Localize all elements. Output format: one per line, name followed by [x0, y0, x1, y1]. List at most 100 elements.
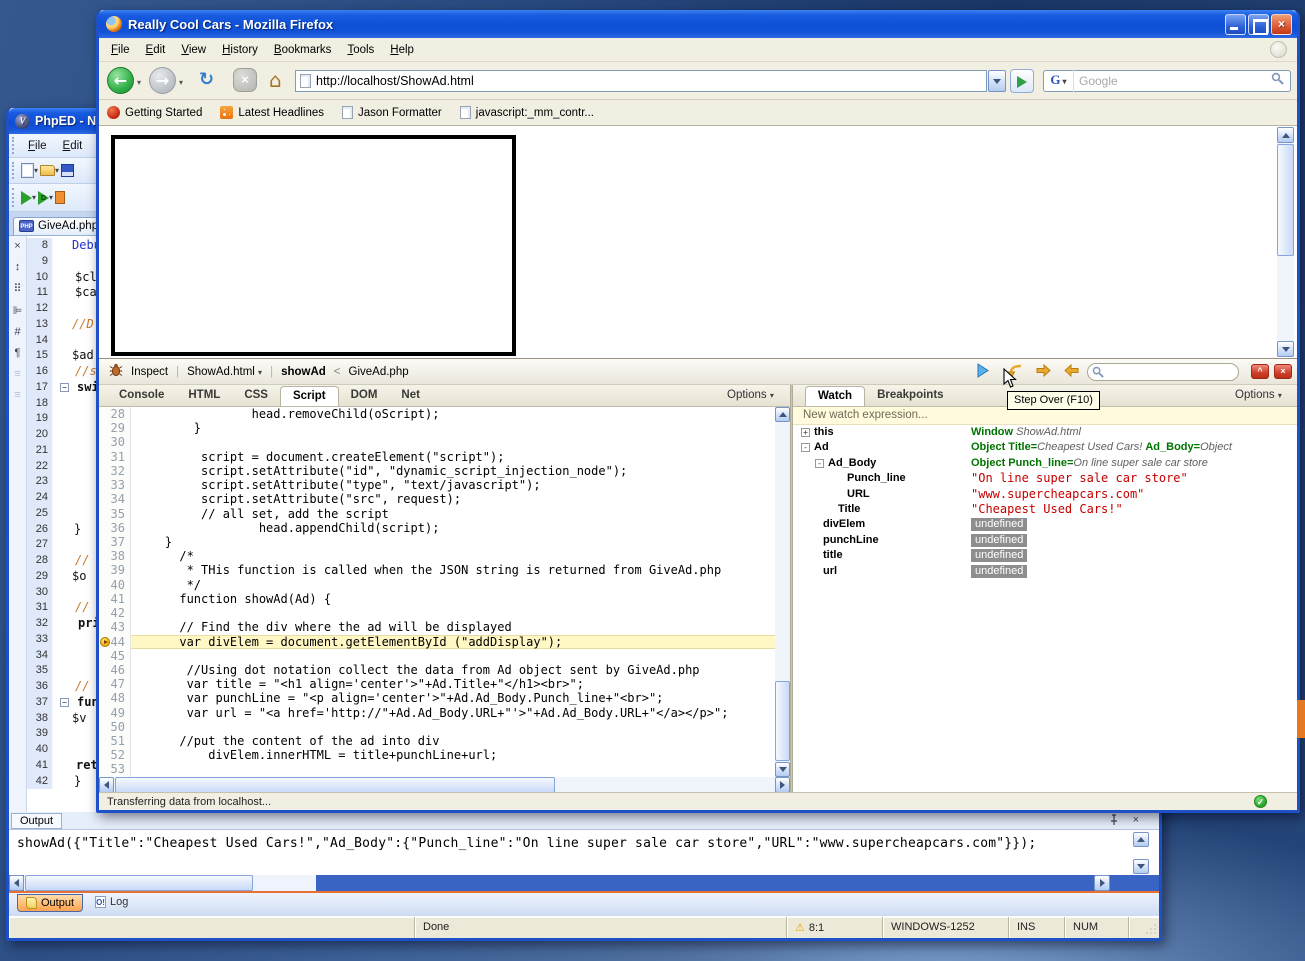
step-into-button[interactable] — [1031, 363, 1055, 381]
watch-row[interactable]: -AdObject Title=Cheapest Used Cars! Ad_B… — [793, 440, 1297, 455]
line-number[interactable]: 38 — [99, 549, 131, 563]
pilcrow-icon[interactable]: ¶ — [15, 347, 21, 359]
tab-output[interactable]: Output — [17, 894, 83, 912]
run-button[interactable]: ▾ — [21, 191, 36, 205]
firebug-bug-icon[interactable] — [109, 363, 123, 380]
line-number[interactable]: 52 — [99, 748, 131, 762]
close-icon[interactable]: × — [1133, 814, 1139, 826]
line-number[interactable]: 39 — [99, 563, 131, 577]
bookmark-item[interactable]: Latest Headlines — [220, 106, 324, 119]
line-number[interactable]: 46 — [99, 663, 131, 677]
collapse-icon[interactable]: − — [60, 698, 69, 707]
line-number[interactable]: 33 — [99, 478, 131, 492]
debug-tool-button[interactable] — [55, 191, 65, 204]
tab-dom[interactable]: DOM — [339, 386, 390, 406]
step-out-button[interactable] — [1059, 363, 1083, 381]
menu-history[interactable]: History — [214, 41, 266, 59]
scroll-left-button[interactable] — [9, 875, 24, 891]
output-vertical-scrollbar[interactable] — [1133, 832, 1149, 874]
forward-history-dropdown[interactable]: ▾ — [179, 78, 183, 87]
watch-row[interactable]: -Ad_BodyObject Punch_line=On line super … — [793, 456, 1297, 471]
output-horizontal-scrollbar[interactable] — [9, 875, 1159, 891]
collapse-icon[interactable]: - — [801, 443, 810, 452]
maximize-button[interactable] — [1248, 14, 1269, 35]
scroll-down-button[interactable] — [1277, 341, 1294, 357]
watch-row[interactable]: Punch_line"On line super sale car store" — [793, 471, 1297, 486]
line-number[interactable]: 31 — [99, 450, 131, 464]
line-number[interactable]: 47 — [99, 677, 131, 691]
line-number[interactable]: 36 — [99, 521, 131, 535]
bookmark-item[interactable]: Jason Formatter — [342, 106, 442, 119]
line-number[interactable]: 49 — [99, 706, 131, 720]
menu-edit[interactable]: Edit — [138, 41, 174, 59]
line-number[interactable]: 44 — [99, 635, 131, 649]
content-vertical-scrollbar[interactable] — [1277, 127, 1294, 357]
bookmark-item[interactable]: Getting Started — [107, 106, 202, 119]
back-button[interactable]: ← — [107, 67, 134, 94]
tab-script[interactable]: Script — [280, 386, 339, 406]
close-button[interactable]: × — [1271, 14, 1292, 35]
menu-file[interactable]: File — [103, 41, 138, 59]
watch-row[interactable]: titleundefined — [793, 548, 1297, 563]
scroll-right-button[interactable] — [1094, 875, 1110, 891]
split-icon[interactable]: ↕ — [15, 261, 21, 273]
stop-button[interactable]: × — [233, 68, 257, 92]
menu-view[interactable]: View — [173, 41, 214, 59]
line-number[interactable]: 32 — [99, 464, 131, 478]
phped-menu-edit[interactable]: Edit — [55, 138, 91, 154]
watch-row[interactable]: punchLineundefined — [793, 533, 1297, 548]
tab-console[interactable]: Console — [107, 386, 176, 406]
watch-row[interactable]: Title"Cheapest Used Cars!" — [793, 502, 1297, 517]
indent-guide-icon[interactable]: ⊫ — [13, 304, 23, 317]
stack-function-name[interactable]: showAd — [281, 366, 326, 378]
scroll-right-button[interactable] — [775, 777, 790, 793]
new-file-button[interactable]: ▾ — [21, 163, 38, 178]
search-input[interactable] — [1074, 74, 1271, 88]
outdent-icon[interactable]: ≡ — [14, 389, 20, 401]
firebug-search-box[interactable] — [1087, 363, 1239, 381]
watch-row[interactable]: +thisWindow ShowAd.html — [793, 425, 1297, 440]
editor-tab-givead[interactable]: PHP GiveAd.php — [13, 217, 107, 235]
line-number[interactable]: 42 — [99, 606, 131, 620]
hash-icon[interactable]: # — [14, 326, 20, 338]
scroll-up-button[interactable] — [1133, 832, 1149, 847]
line-number[interactable]: 34 — [99, 492, 131, 506]
scrollbar-thumb[interactable] — [25, 875, 253, 891]
line-number[interactable]: 35 — [99, 507, 131, 521]
search-icon[interactable] — [1271, 72, 1284, 90]
options-menu-left[interactable]: Options ▾ — [727, 389, 774, 401]
reload-button[interactable]: ↻ — [199, 68, 214, 92]
tab-html[interactable]: HTML — [176, 386, 232, 406]
line-number[interactable]: 29 — [99, 421, 131, 435]
back-history-dropdown[interactable]: ▾ — [137, 78, 141, 87]
minimize-button[interactable] — [1225, 14, 1246, 35]
line-number[interactable]: 51 — [99, 734, 131, 748]
line-number[interactable]: 28 — [99, 407, 131, 421]
line-number[interactable]: 53 — [99, 762, 131, 776]
forward-button[interactable]: → — [149, 67, 176, 94]
script-vertical-scrollbar[interactable] — [775, 407, 790, 777]
close-icon[interactable]: × — [14, 240, 20, 252]
scroll-down-button[interactable] — [1133, 859, 1149, 874]
collapse-icon[interactable]: − — [60, 383, 69, 392]
scroll-up-button[interactable] — [1277, 127, 1294, 143]
stack-file-name[interactable]: GiveAd.php — [349, 366, 409, 378]
menu-bookmarks[interactable]: Bookmarks — [266, 41, 340, 59]
collapse-icon[interactable]: - — [815, 459, 824, 468]
menu-help[interactable]: Help — [382, 41, 422, 59]
bookmark-item[interactable]: javascript:_mm_contr... — [460, 106, 594, 119]
pin-icon[interactable] — [1109, 814, 1119, 829]
close-firebug-button[interactable]: × — [1274, 364, 1292, 379]
url-bar[interactable] — [295, 70, 987, 92]
tab-watch[interactable]: Watch — [805, 386, 865, 406]
script-horizontal-scrollbar[interactable] — [99, 777, 790, 793]
output-dock-caption[interactable]: Output × — [9, 812, 1159, 830]
line-number[interactable]: 43 — [99, 620, 131, 634]
file-selector-dropdown[interactable]: ShowAd.html ▾ — [187, 366, 262, 378]
url-dropdown-button[interactable] — [988, 70, 1006, 92]
scrollbar-thumb[interactable] — [775, 681, 790, 761]
script-source-view[interactable]: 28 head.removeChild(oScript);29 }3031 sc… — [99, 407, 775, 777]
inspect-button[interactable]: Inspect — [131, 366, 168, 378]
watch-row[interactable]: divElemundefined — [793, 517, 1297, 532]
watch-row[interactable]: urlundefined — [793, 564, 1297, 579]
